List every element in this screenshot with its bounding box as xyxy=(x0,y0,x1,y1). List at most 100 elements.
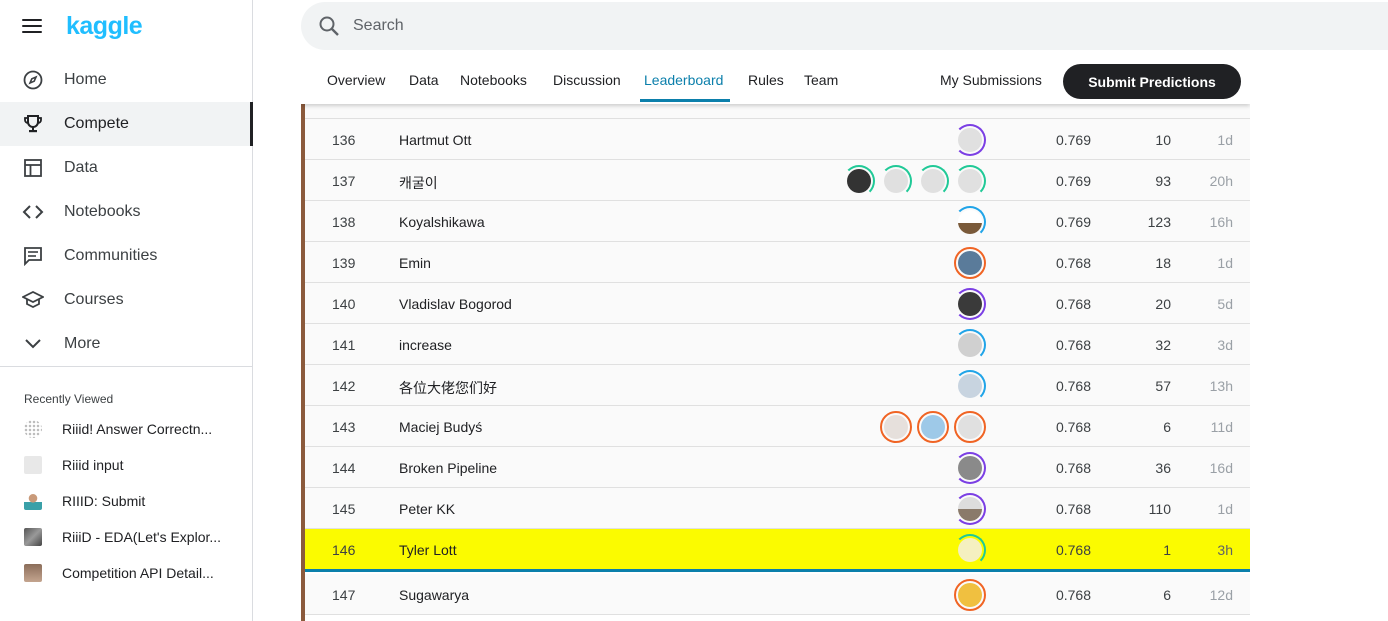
table-row[interactable]: 143 Maciej Budyś 0.768 6 11d xyxy=(301,406,1250,447)
table-row[interactable]: 137 캐굴이 0.769 93 20h xyxy=(301,160,1250,201)
leaderboard-panel: Overview Data Notebooks Discussion Leade… xyxy=(301,58,1250,621)
nav-label-notebooks: Notebooks xyxy=(64,203,141,220)
search-bar[interactable] xyxy=(301,2,1388,50)
team-members xyxy=(954,124,986,156)
rank-cell: 146 xyxy=(332,542,356,558)
user-avatar[interactable] xyxy=(954,452,986,484)
team-name[interactable]: Peter KK xyxy=(399,501,455,517)
leaderboard-table: 136 Hartmut Ott 0.769 10 1d 137 캐굴이 0.76… xyxy=(301,98,1250,615)
user-avatar[interactable] xyxy=(954,124,986,156)
tab-discussion[interactable]: Discussion xyxy=(553,72,621,88)
rank-cell: 144 xyxy=(332,460,356,476)
user-avatar[interactable] xyxy=(917,411,949,443)
score-cell: 0.768 xyxy=(1055,587,1091,603)
user-avatar[interactable] xyxy=(954,165,986,197)
table-row[interactable]: 138 Koyalshikawa 0.769 123 16h xyxy=(301,201,1250,242)
user-avatar[interactable] xyxy=(954,206,986,238)
score-cell: 0.768 xyxy=(1055,419,1091,435)
recent-item[interactable]: RIIID: Submit xyxy=(0,483,253,519)
user-avatar[interactable] xyxy=(954,288,986,320)
tab-leaderboard[interactable]: Leaderboard xyxy=(644,72,723,88)
user-avatar[interactable] xyxy=(954,534,986,566)
kaggle-logo[interactable]: kaggle xyxy=(66,12,143,41)
table-row[interactable]: 141 increase 0.768 32 3d xyxy=(301,324,1250,365)
search-input[interactable] xyxy=(353,17,1253,35)
recently-viewed-title: Recently Viewed xyxy=(24,392,114,406)
user-avatar[interactable] xyxy=(954,493,986,525)
nav-item-more[interactable]: More xyxy=(0,322,253,366)
current-user-divider xyxy=(301,569,1250,572)
team-name[interactable]: Koyalshikawa xyxy=(399,214,485,230)
table-row[interactable]: 140 Vladislav Bogorod 0.768 20 5d xyxy=(301,283,1250,324)
tab-notebooks[interactable]: Notebooks xyxy=(460,72,527,88)
score-cell: 0.769 xyxy=(1055,173,1091,189)
table-row[interactable]: 142 各位大佬您们好 0.768 57 13h xyxy=(301,365,1250,406)
team-name[interactable]: 各位大佬您们好 xyxy=(399,378,497,398)
rank-cell: 142 xyxy=(332,378,356,394)
user-avatar[interactable] xyxy=(954,247,986,279)
tab-data[interactable]: Data xyxy=(409,72,439,88)
table-row[interactable]: 136 Hartmut Ott 0.769 10 1d xyxy=(301,119,1250,160)
recent-item[interactable]: Competition API Detail... xyxy=(0,555,253,591)
my-submissions-link[interactable]: My Submissions xyxy=(940,72,1042,88)
team-name[interactable]: Hartmut Ott xyxy=(399,132,471,148)
user-avatar[interactable] xyxy=(843,165,875,197)
user-avatar[interactable] xyxy=(917,165,949,197)
recent-item-label: Riiid input xyxy=(62,457,124,473)
recent-item[interactable]: Riiid! Answer Correctn... xyxy=(0,411,253,447)
user-avatar[interactable] xyxy=(880,165,912,197)
team-name[interactable]: Tyler Lott xyxy=(399,542,457,558)
search-icon xyxy=(318,15,340,37)
nav-item-communities[interactable]: Communities xyxy=(0,234,253,278)
last-submission-cell: 16h xyxy=(1209,214,1233,230)
last-submission-cell: 1d xyxy=(1217,132,1233,148)
score-cell: 0.768 xyxy=(1055,255,1091,271)
user-avatar[interactable] xyxy=(954,329,986,361)
nav-item-compete[interactable]: Compete xyxy=(0,102,253,146)
recent-item[interactable]: Riiid input xyxy=(0,447,253,483)
hamburger-menu-icon[interactable] xyxy=(22,19,42,33)
user-avatar[interactable] xyxy=(954,370,986,402)
tab-overview[interactable]: Overview xyxy=(327,72,385,88)
table-row-current-user[interactable]: 146 Tyler Lott 0.768 1 3h xyxy=(301,529,1250,570)
table-row[interactable]: 147 Sugawarya 0.768 6 12d xyxy=(301,574,1250,615)
user-avatar[interactable] xyxy=(880,411,912,443)
user-avatar[interactable] xyxy=(954,579,986,611)
trophy-icon xyxy=(22,113,44,135)
last-submission-cell: 5d xyxy=(1217,296,1233,312)
entries-cell: 93 xyxy=(1155,173,1171,189)
table-icon xyxy=(22,157,44,179)
nav-item-data[interactable]: Data xyxy=(0,146,253,190)
code-icon xyxy=(22,201,44,223)
recent-item[interactable]: RiiiD - EDA(Let's Explor... xyxy=(0,519,253,555)
rank-cell: 145 xyxy=(332,501,356,517)
last-submission-cell: 16d xyxy=(1209,460,1233,476)
team-name[interactable]: Maciej Budyś xyxy=(399,419,482,435)
team-name[interactable]: Sugawarya xyxy=(399,587,469,603)
rank-cell: 147 xyxy=(332,587,356,603)
team-members xyxy=(954,288,986,320)
table-row[interactable]: 145 Peter KK 0.768 110 1d xyxy=(301,488,1250,529)
team-name[interactable]: 캐굴이 xyxy=(399,173,438,193)
team-members xyxy=(843,165,986,197)
rank-cell: 136 xyxy=(332,132,356,148)
nav-item-notebooks[interactable]: Notebooks xyxy=(0,190,253,234)
last-submission-cell: 1d xyxy=(1217,255,1233,271)
nav-item-courses[interactable]: Courses xyxy=(0,278,253,322)
team-name[interactable]: Broken Pipeline xyxy=(399,460,497,476)
nav-label-data: Data xyxy=(64,159,98,176)
submit-predictions-button[interactable]: Submit Predictions xyxy=(1063,64,1241,99)
nav-item-home[interactable]: Home xyxy=(0,58,253,102)
recent-item-label: Competition API Detail... xyxy=(62,565,214,581)
table-row[interactable]: 139 Emin 0.768 18 1d xyxy=(301,242,1250,283)
team-name[interactable]: Vladislav Bogorod xyxy=(399,296,512,312)
user-avatar[interactable] xyxy=(954,411,986,443)
rank-cell: 141 xyxy=(332,337,356,353)
team-name[interactable]: Emin xyxy=(399,255,431,271)
nav-label-more: More xyxy=(64,335,101,352)
tab-team[interactable]: Team xyxy=(804,72,838,88)
team-name[interactable]: increase xyxy=(399,337,452,353)
sidebar: kaggle Home Compete Data Notebooks Commu… xyxy=(0,0,253,621)
table-row[interactable]: 144 Broken Pipeline 0.768 36 16d xyxy=(301,447,1250,488)
tab-rules[interactable]: Rules xyxy=(748,72,784,88)
